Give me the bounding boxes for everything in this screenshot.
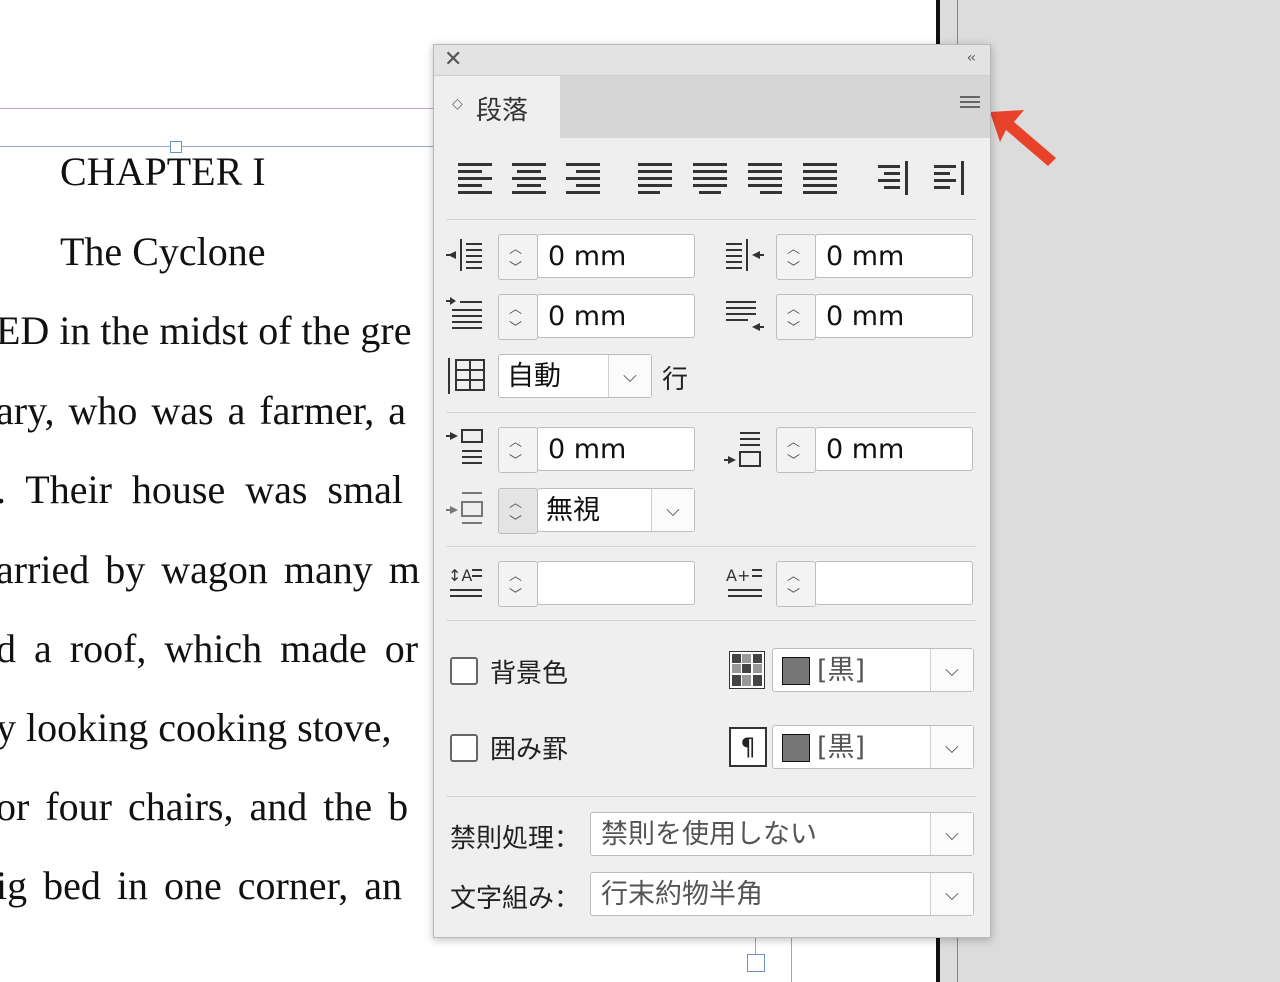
color-swatch [782,734,810,762]
body-line: or four chairs, and the b [0,784,409,829]
space-after-stepper[interactable]: ︿ ﹀ [776,427,816,473]
align-away-from-spine-icon[interactable] [930,157,970,197]
text-frame-edge [0,146,436,147]
chevron-down-icon[interactable]: ⌵ [930,873,973,915]
align-right-icon[interactable] [564,157,604,197]
background-label: 背景色 [490,659,569,689]
justify-all-icon[interactable] [801,157,841,197]
paragraph-mark-icon[interactable]: ¶ [729,727,767,767]
right-indent-stepper[interactable]: ︿ ﹀ [776,234,816,280]
color-swatch [782,657,810,685]
body-line: . Their house was smal [0,467,403,512]
tab-expand-icon[interactable]: ◇ [452,96,463,112]
drop-cap-dropdown[interactable]: 無視 ⌵ [537,488,695,532]
kinsoku-label: 禁則処理： [450,824,581,854]
chevron-down-icon[interactable]: ⌵ [930,649,973,691]
space-before-icon [446,429,483,464]
background-color-value: [黒] [817,655,866,686]
body-line: ary, who was a farmer, a [0,388,407,433]
paragraph-panel: ✕ ‹‹ ◇ 段落 ︿ ﹀ 0 mm ︿ ﹀ 0 mm ︿ ﹀ 0 mm ︿ ﹀… [433,44,991,938]
margin-guide [0,108,436,109]
body-line: y looking cooking stove, [0,705,392,750]
drop-cap-stepper[interactable]: ︿ ﹀ [498,488,538,534]
border-label: 囲み罫 [490,735,569,765]
justify-center-icon[interactable] [691,157,731,197]
shading-swatch-icon[interactable] [729,651,765,689]
space-before-stepper[interactable]: ︿ ﹀ [498,427,538,473]
dropcap-lines-stepper[interactable]: ︿ ﹀ [498,561,538,607]
first-line-indent-icon [446,297,482,329]
dropcap-chars-field[interactable] [815,561,973,605]
autoleading-value: 自動 [507,361,561,392]
chapter-subtitle: The Cyclone [60,229,266,274]
border-color-dropdown[interactable]: [黒] ⌵ [772,725,974,769]
leading-grid-icon [448,358,485,394]
tab-label: 段落 [476,96,529,126]
pointer-arrow-icon [990,110,1056,166]
body-line: ED in the midst of the gre [0,308,412,353]
drop-cap-value: 無視 [546,495,600,526]
chevron-down-icon[interactable]: ⌵ [930,813,973,855]
svg-text:↕A: ↕A [448,566,472,585]
background-color-dropdown[interactable]: [黒] ⌵ [772,648,974,692]
body-line: ig bed in one corner, an [0,863,403,908]
autoleading-dropdown[interactable]: 自動 ⌵ [498,354,652,398]
align-left-icon[interactable] [456,157,496,197]
close-icon[interactable]: ✕ [444,47,462,72]
mojikumi-label: 文字組み： [450,884,581,914]
dropcap-lines-field[interactable] [537,561,695,605]
last-line-indent-field[interactable]: 0 mm [815,294,973,338]
dropcap-chars-icon: A+ [726,566,762,597]
align-towards-spine-icon[interactable] [874,157,914,197]
justify-right-icon[interactable] [746,157,786,197]
chevron-down-icon[interactable]: ⌵ [930,726,973,768]
body-line: arried by wagon many m [0,547,420,592]
divider [446,219,976,220]
mojikumi-dropdown[interactable]: 行末約物半角 ⌵ [590,872,974,916]
right-indent-icon [726,239,764,271]
left-indent-stepper[interactable]: ︿ ﹀ [498,234,538,280]
last-line-indent-stepper[interactable]: ︿ ﹀ [776,294,816,340]
background-checkbox[interactable] [450,657,478,685]
align-center-icon[interactable] [510,157,550,197]
panel-tab-strip: ◇ 段落 [434,76,990,138]
mojikumi-value: 行末約物半角 [601,879,763,910]
kinsoku-dropdown[interactable]: 禁則を使用しない ⌵ [590,812,974,856]
dropcap-chars-stepper[interactable]: ︿ ﹀ [776,561,816,607]
justify-left-icon[interactable] [636,157,676,197]
last-line-indent-icon [726,301,764,331]
text-frame-edge [791,935,792,982]
first-line-indent-field[interactable]: 0 mm [537,294,695,338]
kinsoku-value: 禁則を使用しない [601,819,817,850]
space-after-field[interactable]: 0 mm [815,427,973,471]
chevron-down-icon[interactable]: ⌵ [651,489,694,531]
text-frame-edge [755,935,756,955]
divider [446,412,976,413]
left-indent-icon [446,239,482,271]
divider [446,796,976,797]
right-indent-field[interactable]: 0 mm [815,234,973,278]
border-checkbox[interactable] [450,734,478,762]
svg-text:A+: A+ [726,566,750,585]
divider [446,546,976,547]
tab-paragraph[interactable]: ◇ 段落 [434,76,560,138]
border-color-value: [黒] [817,732,866,763]
left-indent-field[interactable]: 0 mm [537,234,695,278]
collapse-icon[interactable]: ‹‹ [967,50,976,66]
chevron-down-icon[interactable]: ⌵ [608,355,651,397]
drop-cap-icon [446,492,483,524]
first-line-indent-stepper[interactable]: ︿ ﹀ [498,294,538,340]
body-line: d a roof, which made or [0,626,419,671]
panel-menu-icon[interactable] [960,94,980,110]
frame-handle[interactable] [747,954,765,972]
divider [446,620,976,621]
autoleading-unit: 行 [662,365,689,395]
chapter-title: CHAPTER I [60,149,266,194]
space-before-field[interactable]: 0 mm [537,427,695,471]
space-after-icon [724,432,761,467]
dropcap-lines-icon: ↕A [448,566,482,597]
panel-titlebar[interactable]: ✕ ‹‹ [434,45,990,76]
